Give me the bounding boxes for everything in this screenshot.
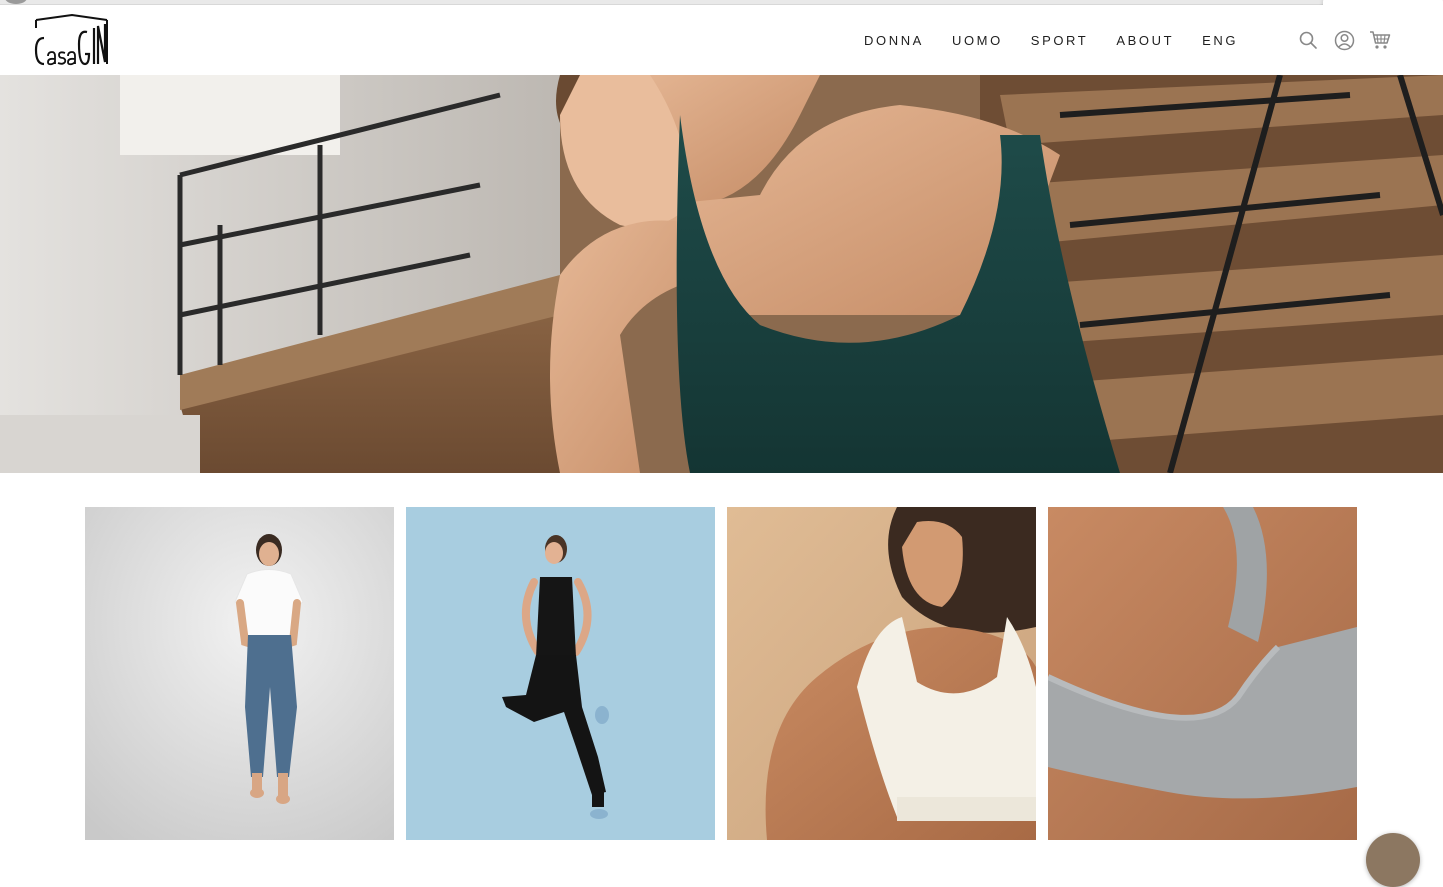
- header-icon-group: [1297, 29, 1405, 51]
- casagin-logo-graphic: [34, 14, 108, 66]
- main-navigation: DONNA UOMO SPORT ABOUT ENG: [850, 5, 1252, 75]
- category-tile-1[interactable]: [85, 507, 394, 840]
- tile-photo-cream-bra: [727, 507, 1036, 840]
- hero-banner-image: [0, 75, 1443, 473]
- hero-photo: [0, 75, 1443, 473]
- nav-item-uomo[interactable]: UOMO: [952, 33, 1003, 48]
- tile-photo-grey-bra-back: [1048, 507, 1357, 840]
- nav-item-about[interactable]: ABOUT: [1116, 33, 1174, 48]
- category-tile-grid: [85, 507, 1357, 841]
- tile-photo-black-activewear: [406, 507, 715, 840]
- brand-logo[interactable]: [34, 14, 110, 66]
- cart-icon[interactable]: [1369, 29, 1391, 51]
- account-icon[interactable]: [1333, 29, 1355, 51]
- nav-item-sport[interactable]: SPORT: [1031, 33, 1089, 48]
- chat-widget-button[interactable]: [1366, 833, 1420, 887]
- category-tile-4[interactable]: [1048, 507, 1357, 840]
- category-tile-2[interactable]: [406, 507, 715, 840]
- nav-item-language[interactable]: ENG: [1202, 33, 1238, 48]
- nav-item-donna[interactable]: DONNA: [864, 33, 924, 48]
- search-icon[interactable]: [1297, 29, 1319, 51]
- tile-photo-white-tshirt: [85, 507, 394, 840]
- category-tile-3[interactable]: [727, 507, 1036, 840]
- site-header: DONNA UOMO SPORT ABOUT ENG: [0, 5, 1443, 75]
